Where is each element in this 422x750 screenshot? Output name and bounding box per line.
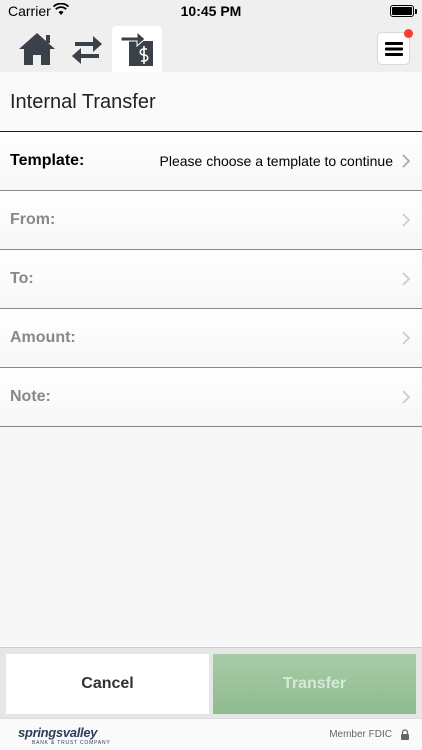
notification-badge [404,29,413,38]
home-button[interactable] [12,26,62,72]
transfer-tab-button[interactable] [112,26,162,72]
template-value: Please choose a template to continue [159,153,394,169]
chevron-right-icon [402,331,411,345]
footer: springsvalley BANK & TRUST COMPANY Membe… [0,718,422,750]
battery-tip [415,9,417,14]
from-label: From: [10,211,56,228]
cancel-button[interactable]: Cancel [6,654,209,714]
chevron-right-icon [402,154,411,168]
member-fdic-label: Member FDIC [329,729,392,740]
amount-label: Amount: [10,329,76,346]
to-label: To: [10,270,34,287]
page-title: Internal Transfer [0,72,422,132]
accounts-switch-button[interactable] [62,26,112,72]
note-row[interactable]: Note: [0,368,422,427]
bank-logo: springsvalley BANK & TRUST COMPANY [18,725,111,746]
template-label: Template: [10,152,85,169]
status-bar: Carrier 10:45 PM [0,0,422,22]
lock-icon [401,729,409,740]
menu-button[interactable] [377,29,413,65]
logo-text: springsvalley [18,725,98,740]
transfer-button[interactable]: Transfer [213,654,416,714]
top-nav [0,22,422,72]
clock: 10:45 PM [180,3,242,19]
template-row[interactable]: Template: Please choose a template to co… [0,132,422,191]
chevron-right-icon [402,272,411,286]
chevron-right-icon [402,213,411,227]
amount-row[interactable]: Amount: [0,309,422,368]
note-label: Note: [10,388,51,405]
home-icon [19,33,55,65]
arrows-switch-icon [72,36,102,64]
transfer-dollar-icon [120,31,153,66]
action-bar: Cancel Transfer [0,647,422,718]
battery-icon [390,5,414,17]
hamburger-menu-icon [384,41,403,56]
to-row[interactable]: To: [0,250,422,309]
from-row[interactable]: From: [0,191,422,250]
chevron-right-icon [402,390,411,404]
logo-subtext: BANK & TRUST COMPANY [32,740,111,746]
